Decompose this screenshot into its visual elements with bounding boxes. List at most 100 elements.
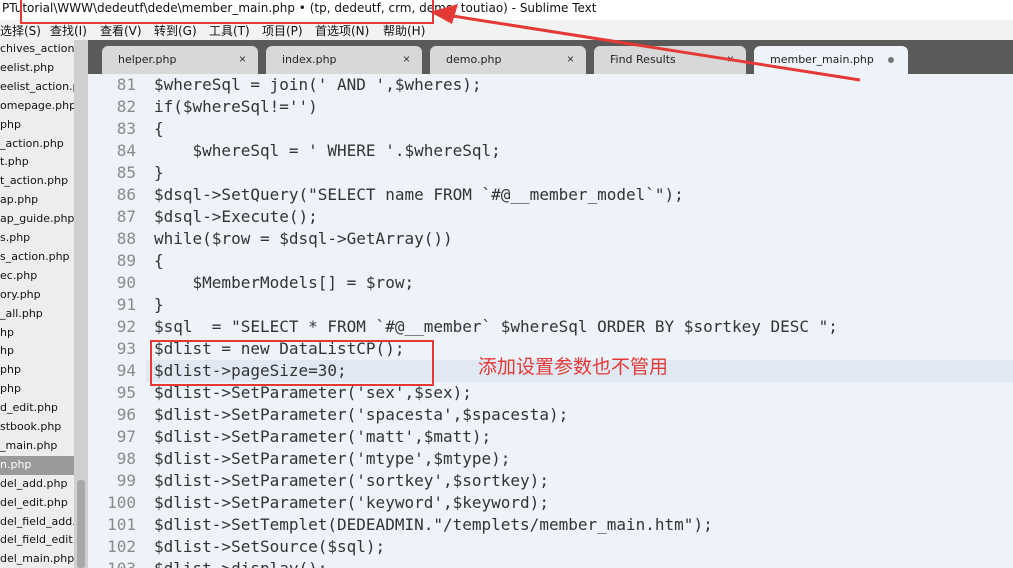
tab-member-main-php[interactable]: member_main.php	[754, 46, 908, 74]
line-number: 83	[116, 119, 136, 138]
line-number: 103	[88, 559, 136, 568]
sidebar-file-item[interactable]: php	[0, 380, 74, 399]
code-line[interactable]: while($row = $dsql->GetArray())	[154, 229, 453, 248]
sidebar-file-item[interactable]: eelist.php	[0, 59, 74, 78]
menu-view[interactable]: 查看(V)	[100, 22, 142, 39]
tab-index-php[interactable]: index.php ×	[266, 46, 422, 74]
tab-label: member_main.php	[770, 53, 874, 66]
code-line[interactable]: $dlist->SetParameter('matt',$matt);	[154, 427, 491, 446]
close-icon[interactable]: ×	[403, 52, 410, 66]
sidebar-file-item[interactable]: n.php	[0, 455, 74, 475]
sidebar-file-item[interactable]: s.php	[0, 229, 74, 248]
line-number: 96	[116, 405, 136, 424]
sidebar-file-item[interactable]: php	[0, 361, 74, 380]
close-icon[interactable]: ×	[239, 52, 246, 66]
tab-find-results[interactable]: Find Results ×	[594, 46, 746, 74]
line-number: 100	[107, 493, 136, 512]
code-line[interactable]: $dlist->SetParameter('keyword',$keyword)…	[154, 493, 549, 512]
close-icon[interactable]: ×	[727, 52, 734, 66]
sidebar-file-item[interactable]: stbook.php	[0, 418, 74, 437]
title-highlight-box	[20, 0, 434, 24]
sidebar-file-item[interactable]: t.php	[0, 153, 74, 172]
menu-tools[interactable]: 工具(T)	[209, 22, 250, 39]
tab-demo-php[interactable]: demo.php ×	[430, 46, 586, 74]
sidebar-file-item[interactable]: del_main.php	[0, 550, 74, 568]
code-line[interactable]: $dlist->SetSource($sql);	[154, 537, 385, 556]
line-number: 85	[116, 163, 136, 182]
code-line[interactable]: }	[154, 163, 164, 182]
menu-help[interactable]: 帮助(H)	[383, 22, 425, 39]
menu-find[interactable]: 查找(I)	[50, 22, 87, 39]
line-number: 86	[116, 185, 136, 204]
sidebar-file-item[interactable]: ec.php	[0, 267, 74, 286]
sidebar-file-item[interactable]: del_field_edit.p	[0, 531, 74, 550]
code-line[interactable]: $dlist->SetParameter('sortkey',$sortkey)…	[154, 471, 549, 490]
sidebar-file-item[interactable]: hp	[0, 342, 74, 361]
line-number: 95	[116, 383, 136, 402]
code-line[interactable]: $MemberModels[] = $row;	[154, 273, 415, 292]
sidebar-file-item[interactable]: _action.php	[0, 135, 74, 154]
sidebar-file-item[interactable]: ap.php	[0, 191, 74, 210]
line-number: 93	[116, 339, 136, 358]
line-number: 81	[116, 75, 136, 94]
code-line[interactable]: $dlist->display();	[154, 559, 327, 568]
sidebar-file-item[interactable]: chives_action.	[0, 40, 74, 59]
tab-label: helper.php	[118, 53, 177, 66]
code-line[interactable]: $dlist->SetParameter('spacesta',$spacest…	[154, 405, 568, 424]
close-icon[interactable]: ×	[567, 52, 574, 66]
menu-preferences[interactable]: 首选项(N)	[315, 22, 369, 39]
code-line[interactable]: $dsql->SetQuery("SELECT name FROM `#@__m…	[154, 185, 684, 204]
sidebar-scroll-thumb[interactable]	[77, 480, 85, 568]
tab-label: Find Results	[610, 53, 676, 66]
sidebar-file-item[interactable]: s_action.php	[0, 248, 74, 267]
menu-goto[interactable]: 转到(G)	[154, 22, 197, 39]
line-number: 97	[116, 427, 136, 446]
sidebar-file-item[interactable]: t_action.php	[0, 172, 74, 191]
line-number: 91	[116, 295, 136, 314]
line-number: 84	[116, 141, 136, 160]
code-editor[interactable]: 81 82 83 84 85 86 87 88 89 90 91 92 93 94 95 96 97 98 99 10…	[88, 74, 1013, 568]
line-number: 88	[116, 229, 136, 248]
sidebar-file-item[interactable]: omepage.php	[0, 97, 74, 116]
code-line[interactable]: $whereSql = ' WHERE '.$whereSql;	[154, 141, 501, 160]
tab-helper-php[interactable]: helper.php ×	[102, 46, 258, 74]
code-line[interactable]: $dsql->Execute();	[154, 207, 318, 226]
code-highlight-box	[150, 340, 434, 386]
code-line[interactable]: {	[154, 119, 164, 138]
sidebar-file-item[interactable]: _main.php	[0, 437, 74, 456]
tab-label: index.php	[282, 53, 337, 66]
sidebar-file-item[interactable]: d_edit.php	[0, 399, 74, 418]
tab-bar: helper.php × index.php × demo.php × Find Resul…	[88, 40, 1013, 74]
sidebar-file-item[interactable]: del_add.php	[0, 475, 74, 494]
line-number: 89	[116, 251, 136, 270]
sidebar-file-item[interactable]: hp	[0, 324, 74, 343]
code-line[interactable]: if($whereSql!='')	[154, 97, 318, 116]
tab-label: demo.php	[446, 53, 502, 66]
menu-select[interactable]: 选择(S)	[0, 22, 41, 39]
line-number: 101	[107, 515, 136, 534]
sidebar-file-item[interactable]: ap_guide.php	[0, 210, 74, 229]
file-sidebar: chives_action. eelist.php eelist_action.p o…	[0, 40, 74, 568]
code-line[interactable]: $dlist->SetParameter('mtype',$mtype);	[154, 449, 510, 468]
sidebar-file-item[interactable]: php	[0, 116, 74, 135]
menu-project[interactable]: 项目(P)	[262, 22, 303, 39]
code-line[interactable]: }	[154, 295, 164, 314]
sidebar-file-item[interactable]: del_field_add.p	[0, 513, 74, 532]
line-number: 92	[116, 317, 136, 336]
sidebar-file-item[interactable]: ory.php	[0, 286, 74, 305]
line-number: 90	[116, 273, 136, 292]
line-number: 94	[116, 361, 136, 380]
line-number: 102	[107, 537, 136, 556]
line-number: 98	[116, 449, 136, 468]
code-line[interactable]: {	[154, 251, 164, 270]
line-number: 82	[116, 97, 136, 116]
sidebar-scrollbar[interactable]	[74, 40, 88, 568]
code-line[interactable]: $sql = "SELECT * FROM `#@__member` $wher…	[154, 317, 838, 336]
sidebar-file-item[interactable]: _all.php	[0, 305, 74, 324]
unsaved-dot-icon[interactable]	[888, 57, 894, 63]
sidebar-file-item[interactable]: eelist_action.p	[0, 78, 74, 97]
annotation-text: 添加设置参数也不管用	[478, 356, 669, 378]
code-line[interactable]: $whereSql = join(' AND ',$wheres);	[154, 75, 482, 94]
code-line[interactable]: $dlist->SetTemplet(DEDEADMIN."/templets/…	[154, 515, 713, 534]
sidebar-file-item[interactable]: del_edit.php	[0, 494, 74, 513]
